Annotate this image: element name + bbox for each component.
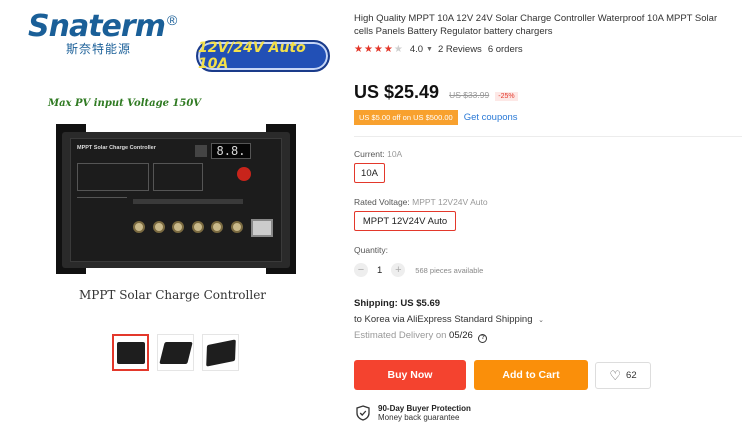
quantity-value[interactable]: 1 [377, 265, 382, 276]
protection-subtitle: Money back guarantee [378, 413, 460, 422]
image-caption: MPPT Solar Charge Controller [78, 288, 267, 302]
shipping-cost: Shipping: US $5.69 [354, 298, 441, 309]
quantity-stepper: − 1 + 568 pieces available [354, 263, 483, 277]
device-rj-port [251, 219, 273, 237]
shipping-method[interactable]: to Korea via AliExpress Standard Shippin… [354, 314, 544, 325]
voltage-option-label: Rated Voltage: MPPT 12V24V Auto [354, 197, 488, 207]
device-ratings-table [77, 163, 149, 191]
current-option-label: Current: 10A [354, 149, 402, 159]
registered-mark: ® [166, 12, 178, 28]
add-to-cart-button[interactable]: Add to Cart [474, 360, 588, 390]
voltage-option-mppt-auto[interactable]: MPPT 12V24V Auto [354, 211, 456, 231]
thumbnail-2[interactable] [157, 334, 194, 371]
chevron-down-icon: ⌄ [538, 317, 545, 324]
terminal-screw [211, 221, 224, 233]
star-icon-empty: ★ [393, 44, 404, 55]
wishlist-button[interactable]: ♡ 62 [595, 362, 651, 389]
terminal-screw [152, 221, 165, 233]
orders-count: 6 orders [487, 44, 523, 55]
get-coupons-link[interactable]: Get coupons [464, 112, 518, 123]
voltage-badge: 12V/24V Auto 10A [196, 40, 330, 72]
chevron-down-icon[interactable]: ▼ [426, 46, 433, 53]
device-terminals [133, 209, 243, 239]
reviews-link[interactable]: 2 Reviews [438, 44, 482, 55]
shield-check-icon [356, 405, 370, 421]
thumbnail-strip [112, 334, 239, 371]
device-lcd-display: 8.8. [211, 143, 251, 159]
current-label-value: 10A [387, 149, 403, 159]
terminal-screw [172, 221, 185, 233]
delivery-estimate: Estimated Delivery on 05/26 ? [354, 330, 488, 343]
current-option-10a[interactable]: 10A [354, 163, 385, 183]
original-price: US $33.99 [449, 90, 490, 100]
thumbnail-image [205, 338, 236, 367]
product-title: High Quality MPPT 10A 12V 24V Solar Char… [354, 13, 718, 37]
quantity-label: Quantity: [354, 245, 389, 255]
device-charge-status [77, 197, 127, 237]
product-gallery: Snaterm ® 斯奈特能源 12V/24V Auto 10A Max PV i… [0, 0, 345, 444]
voltage-badge-label: 12V/24V Auto 10A [198, 40, 306, 72]
wishlist-count: 62 [626, 370, 637, 381]
protection-title: 90-Day Buyer Protection [378, 404, 471, 413]
device-setup-button [237, 167, 251, 181]
delivery-prefix: Estimated Delivery on [354, 330, 450, 341]
delivery-date: 05/26 [449, 330, 473, 341]
plus-icon[interactable]: + [391, 263, 406, 277]
voltage-label-text: Rated Voltage: [354, 197, 410, 207]
buy-now-button[interactable]: Buy Now [354, 360, 466, 390]
device-body: MPPT Solar Charge Controller 8.8. [62, 132, 290, 268]
heart-icon: ♡ [609, 368, 622, 383]
rating-value[interactable]: 4.0 [410, 44, 423, 55]
coupon-row: US $5.00 off on US $500.00 Get coupons [354, 110, 518, 125]
main-product-image[interactable]: Snaterm ® 斯奈特能源 12V/24V Auto 10A Max PV i… [0, 0, 345, 320]
terminal-screw [230, 221, 243, 233]
device-warning-strip [133, 199, 243, 204]
terminal-screw [191, 221, 204, 233]
discount-badge: -25% [495, 92, 518, 101]
protection-text: 90-Day Buyer Protection Money back guara… [378, 404, 471, 422]
thumbnail-3[interactable] [202, 334, 239, 371]
thumbnail-image [158, 341, 193, 364]
star-icon: ★★★★ [354, 44, 394, 55]
coupon-badge[interactable]: US $5.00 off on US $500.00 [354, 110, 458, 125]
device-panel-title: MPPT Solar Charge Controller [77, 145, 156, 151]
brand-name: Snaterm [28, 9, 166, 44]
stock-available: 568 pieces available [415, 265, 484, 275]
device-mode-table [153, 163, 203, 191]
brand-logo: Snaterm ® 斯奈特能源 [28, 12, 177, 57]
device-indicator [195, 145, 207, 157]
device-faceplate: MPPT Solar Charge Controller 8.8. [70, 138, 282, 262]
rating-row: ★★★★★ 4.0 ▼ 2 Reviews 6 orders [354, 44, 523, 55]
pv-voltage-text: Max PV input Voltage 150V [48, 98, 202, 109]
minus-icon[interactable]: − [354, 263, 368, 277]
current-price: US $25.49 [354, 82, 440, 102]
thumbnail-image [116, 341, 145, 364]
price-row: US $25.49 US $33.99 -25% [354, 82, 518, 103]
terminal-screw [133, 221, 145, 233]
shipping-method-text: to Korea via AliExpress Standard Shippin… [354, 314, 533, 325]
star-rating[interactable]: ★★★★★ [354, 44, 404, 55]
voltage-label-value: MPPT 12V24V Auto [412, 197, 488, 207]
current-label-text: Current: [354, 149, 385, 159]
thumbnail-1[interactable] [112, 334, 149, 371]
buyer-protection[interactable]: 90-Day Buyer Protection Money back guara… [356, 404, 471, 422]
section-divider [354, 136, 742, 137]
controller-device-image: MPPT Solar Charge Controller 8.8. [56, 124, 296, 274]
question-circle-icon[interactable]: ? [478, 334, 488, 343]
